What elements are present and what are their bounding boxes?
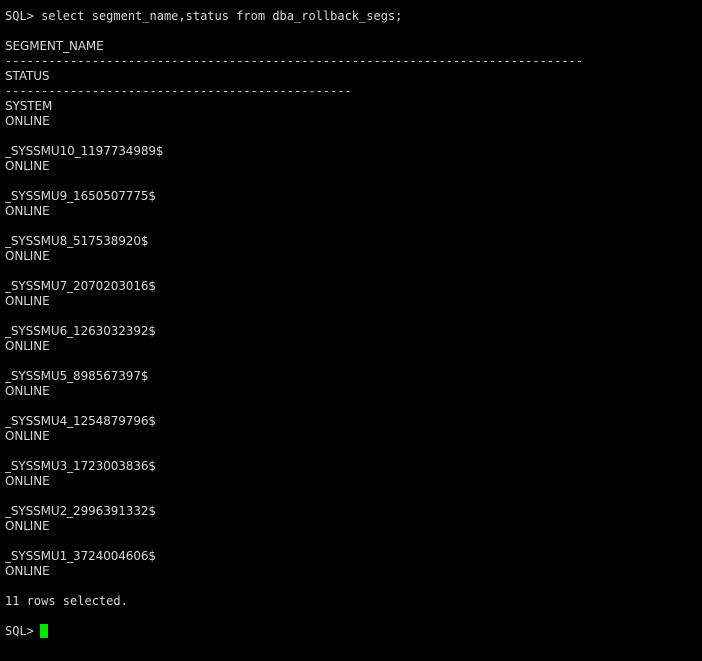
row-segment-name: _SYSSMU8_517538920$ bbox=[5, 234, 149, 248]
row-segment-name: _SYSSMU4_1254879796$ bbox=[5, 414, 156, 428]
final-prompt: SQL> bbox=[5, 624, 34, 638]
final-prompt-line[interactable]: SQL> bbox=[5, 624, 702, 639]
row-status: ONLINE bbox=[5, 114, 50, 128]
command-line: SQL> select segment_name,status from dba… bbox=[5, 9, 702, 24]
row-status: ONLINE bbox=[5, 339, 50, 353]
row-status: ONLINE bbox=[5, 519, 50, 533]
result-rows: SYSTEM ONLINE _SYSSMU10_1197734989$ ONLINE _… bbox=[5, 99, 702, 579]
row-segment-name: SYSTEM bbox=[5, 99, 53, 113]
row-status: ONLINE bbox=[5, 204, 50, 218]
row-status: ONLINE bbox=[5, 384, 50, 398]
row-segment-name: _SYSSMU1_3724004606$ bbox=[5, 549, 156, 563]
row-status: ONLINE bbox=[5, 474, 50, 488]
separator-short: ----------------------------------------… bbox=[5, 84, 352, 98]
separator-long: ----------------------------------------… bbox=[5, 54, 583, 68]
row-status: ONLINE bbox=[5, 294, 50, 308]
column-header-status: STATUS bbox=[5, 69, 50, 83]
row-segment-name: _SYSSMU6_1263032392$ bbox=[5, 324, 156, 338]
terminal-window[interactable]: SQL> select segment_name,status from dba… bbox=[0, 0, 702, 661]
command-text: select segment_name,status from dba_roll… bbox=[33, 9, 403, 23]
row-segment-name: _SYSSMU9_1650507775$ bbox=[5, 189, 156, 203]
rows-selected-message: 11 rows selected. bbox=[5, 594, 128, 608]
cursor-block bbox=[39, 624, 48, 638]
column-header-segment-name: SEGMENT_NAME bbox=[5, 39, 104, 53]
row-status: ONLINE bbox=[5, 249, 50, 263]
row-segment-name: _SYSSMU5_898567397$ bbox=[5, 369, 149, 383]
row-status: ONLINE bbox=[5, 564, 50, 578]
row-segment-name: _SYSSMU7_2070203016$ bbox=[5, 279, 156, 293]
row-segment-name: _SYSSMU10_1197734989$ bbox=[5, 144, 164, 158]
command-prompt: SQL> bbox=[5, 9, 34, 23]
row-segment-name: _SYSSMU3_1723003836$ bbox=[5, 459, 156, 473]
row-status: ONLINE bbox=[5, 159, 50, 173]
row-segment-name: _SYSSMU2_2996391332$ bbox=[5, 504, 156, 518]
row-status: ONLINE bbox=[5, 429, 50, 443]
